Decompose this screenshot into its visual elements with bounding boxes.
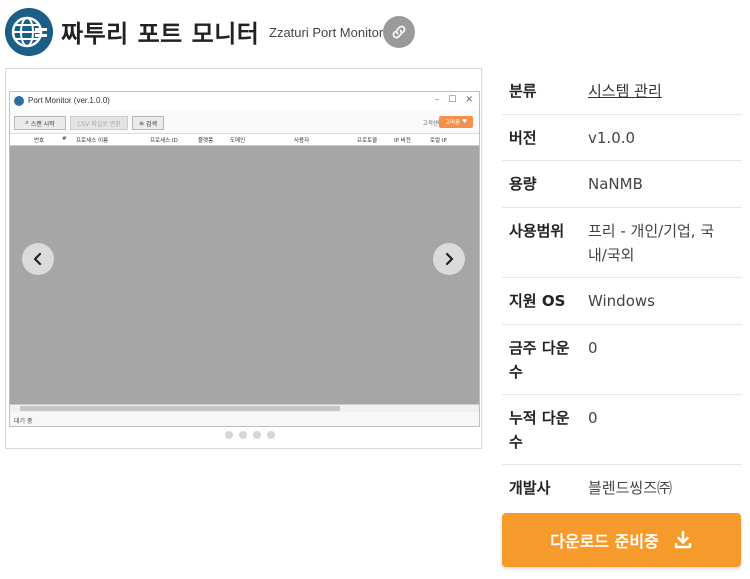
gallery-prev-button[interactable]: [22, 243, 54, 275]
info-label: 누적 다운: [509, 409, 570, 427]
screenshot-window-title: Port Monitor (ver.1.0.0): [28, 96, 110, 105]
minimize-icon: –: [434, 95, 440, 105]
share-link-button[interactable]: [383, 16, 415, 48]
category-link[interactable]: 시스템 관리: [588, 79, 662, 103]
info-value: NaNMB: [588, 175, 643, 193]
search-icon: ⌕: [25, 119, 29, 126]
scan-start-button: ⌕ 스캔 시작: [14, 116, 66, 130]
info-row-weekly-downloads: 금주 다운 수 0: [502, 325, 742, 395]
column-header: 번호: [34, 138, 45, 144]
info-row-size: 용량 NaNMB: [502, 161, 742, 208]
info-label: 지원 OS: [509, 292, 566, 310]
info-value: 내/국외: [588, 246, 635, 264]
maximize-icon: ☐: [448, 95, 457, 105]
column-header: 프로세스 ID: [150, 138, 178, 144]
gallery-next-button[interactable]: [433, 243, 465, 275]
app-screenshot: Port Monitor (ver.1.0.0) – ☐ ✕ ⌕ 스캔 시작 C…: [9, 91, 480, 427]
info-row-os: 지원 OS Windows: [502, 278, 742, 325]
column-header: 도메인: [230, 138, 246, 144]
info-value: 프리 - 개인/기업, 국: [588, 222, 715, 240]
column-header: 프로세스 이름: [76, 138, 109, 144]
gallery-dot[interactable]: [239, 431, 247, 439]
globe-icon: [5, 8, 53, 56]
screenshot-toolbar: ⌕ 스캔 시작 CSV 파일로 변환 ≡ 검색 고객센터 고마움 ♥: [10, 110, 479, 134]
app-window-icon: [14, 96, 24, 106]
chevron-left-icon: [33, 252, 42, 266]
info-row-developer: 개발사 블렌드씽즈㈜: [502, 465, 742, 511]
info-label: 금주 다운: [509, 339, 570, 357]
info-row-total-downloads: 누적 다운 수 0: [502, 395, 742, 465]
info-value: 0: [588, 339, 598, 357]
screenshot-table-body: [10, 146, 479, 404]
info-label: 수: [509, 363, 523, 381]
gallery-dot[interactable]: [225, 431, 233, 439]
info-value: v1.0.0: [588, 129, 636, 147]
info-value: 블렌드씽즈㈜: [588, 479, 673, 497]
page-subtitle: Zzaturi Port Monitor: [269, 25, 384, 40]
info-panel: 분류 시스템 관리 버전 v1.0.0 용량 NaNMB 사용범위 프리 - 개…: [502, 68, 742, 511]
screenshot-titlebar: Port Monitor (ver.1.0.0) – ☐ ✕: [10, 92, 479, 110]
column-header: 로컬 IP: [430, 138, 447, 144]
info-row-category: 분류 시스템 관리: [502, 68, 742, 115]
search-button: ≡ 검색: [132, 116, 164, 130]
heart-icon: ♥: [462, 119, 468, 125]
gallery-dot[interactable]: [267, 431, 275, 439]
gallery-dot[interactable]: [253, 431, 261, 439]
page-title: 짜투리 포트 모니터: [61, 20, 260, 48]
download-icon: [674, 530, 692, 549]
gallery-pagination: [225, 431, 275, 439]
info-label: 수: [509, 433, 523, 451]
filter-icon: ≡: [138, 119, 144, 127]
window-controls: – ☐ ✕: [435, 95, 473, 105]
info-value: 0: [588, 409, 598, 427]
column-header: 플랫폼: [198, 138, 214, 144]
info-row-version: 버전 v1.0.0: [502, 115, 742, 161]
info-label: 버전: [509, 129, 537, 147]
column-header: #: [62, 136, 67, 142]
column-header: 프로토콜: [357, 138, 378, 144]
app-header: 짜투리 포트 모니터 Zzaturi Port Monitor: [0, 0, 750, 66]
download-button-label: 다운로드 준비중: [550, 532, 659, 551]
screenshot-statusbar: 대기 중: [10, 412, 479, 426]
chevron-right-icon: [445, 252, 454, 266]
column-header: IP 버전: [394, 138, 411, 144]
screenshot-gallery: Port Monitor (ver.1.0.0) – ☐ ✕ ⌕ 스캔 시작 C…: [5, 68, 482, 449]
donate-button: 고마움 ♥: [439, 116, 473, 128]
csv-export-button: CSV 파일로 변환: [70, 116, 128, 130]
download-button[interactable]: 다운로드 준비중: [502, 513, 741, 567]
screenshot-table-header: 번호 # 프로세스 이름 프로세스 ID 플랫폼 도메인 사용자 프로토콜 IP…: [10, 134, 479, 146]
info-label: 사용범위: [509, 222, 565, 240]
screenshot-scrollbar: [10, 404, 479, 412]
column-header: 사용자: [294, 138, 310, 144]
info-label: 용량: [509, 175, 537, 193]
info-row-license: 사용범위 프리 - 개인/기업, 국 내/국외: [502, 208, 742, 278]
info-label: 개발사: [509, 479, 551, 497]
info-value: Windows: [588, 292, 655, 310]
info-label: 분류: [509, 82, 537, 100]
close-icon: ✕: [465, 95, 473, 105]
link-icon: [392, 25, 406, 39]
